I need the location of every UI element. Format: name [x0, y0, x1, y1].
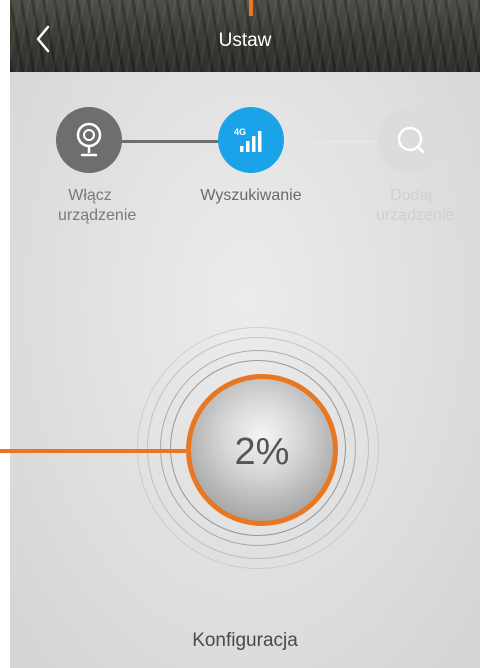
camera-icon: [76, 122, 102, 157]
callout-marker-top: [249, 0, 253, 16]
callout-marker-left: [0, 449, 186, 453]
step-label-add-device: Dodaj urządzenie: [376, 187, 455, 224]
4g-signal-icon: 4G: [234, 127, 262, 152]
app-screen: Ustaw Włącz urządzenie 4G Wyszukiwanie D…: [10, 0, 480, 668]
step-label-power-on: Włącz urządzenie: [58, 187, 137, 224]
header-bar: Ustaw: [10, 0, 480, 72]
status-text: Konfiguracja: [192, 630, 298, 651]
step-power-on: [56, 107, 122, 173]
progress-indicator: 2%: [186, 374, 338, 526]
step-searching: 4G: [218, 107, 284, 173]
step-connector-pending: [278, 140, 384, 143]
page-title: Ustaw: [218, 30, 272, 51]
step-connector-done: [118, 140, 224, 143]
search-icon: [397, 126, 425, 154]
step-add-device: [378, 107, 444, 173]
step-label-searching: Wyszukiwanie: [200, 187, 302, 204]
progress-percent: 2%: [234, 430, 290, 473]
4g-badge: 4G: [234, 127, 246, 137]
